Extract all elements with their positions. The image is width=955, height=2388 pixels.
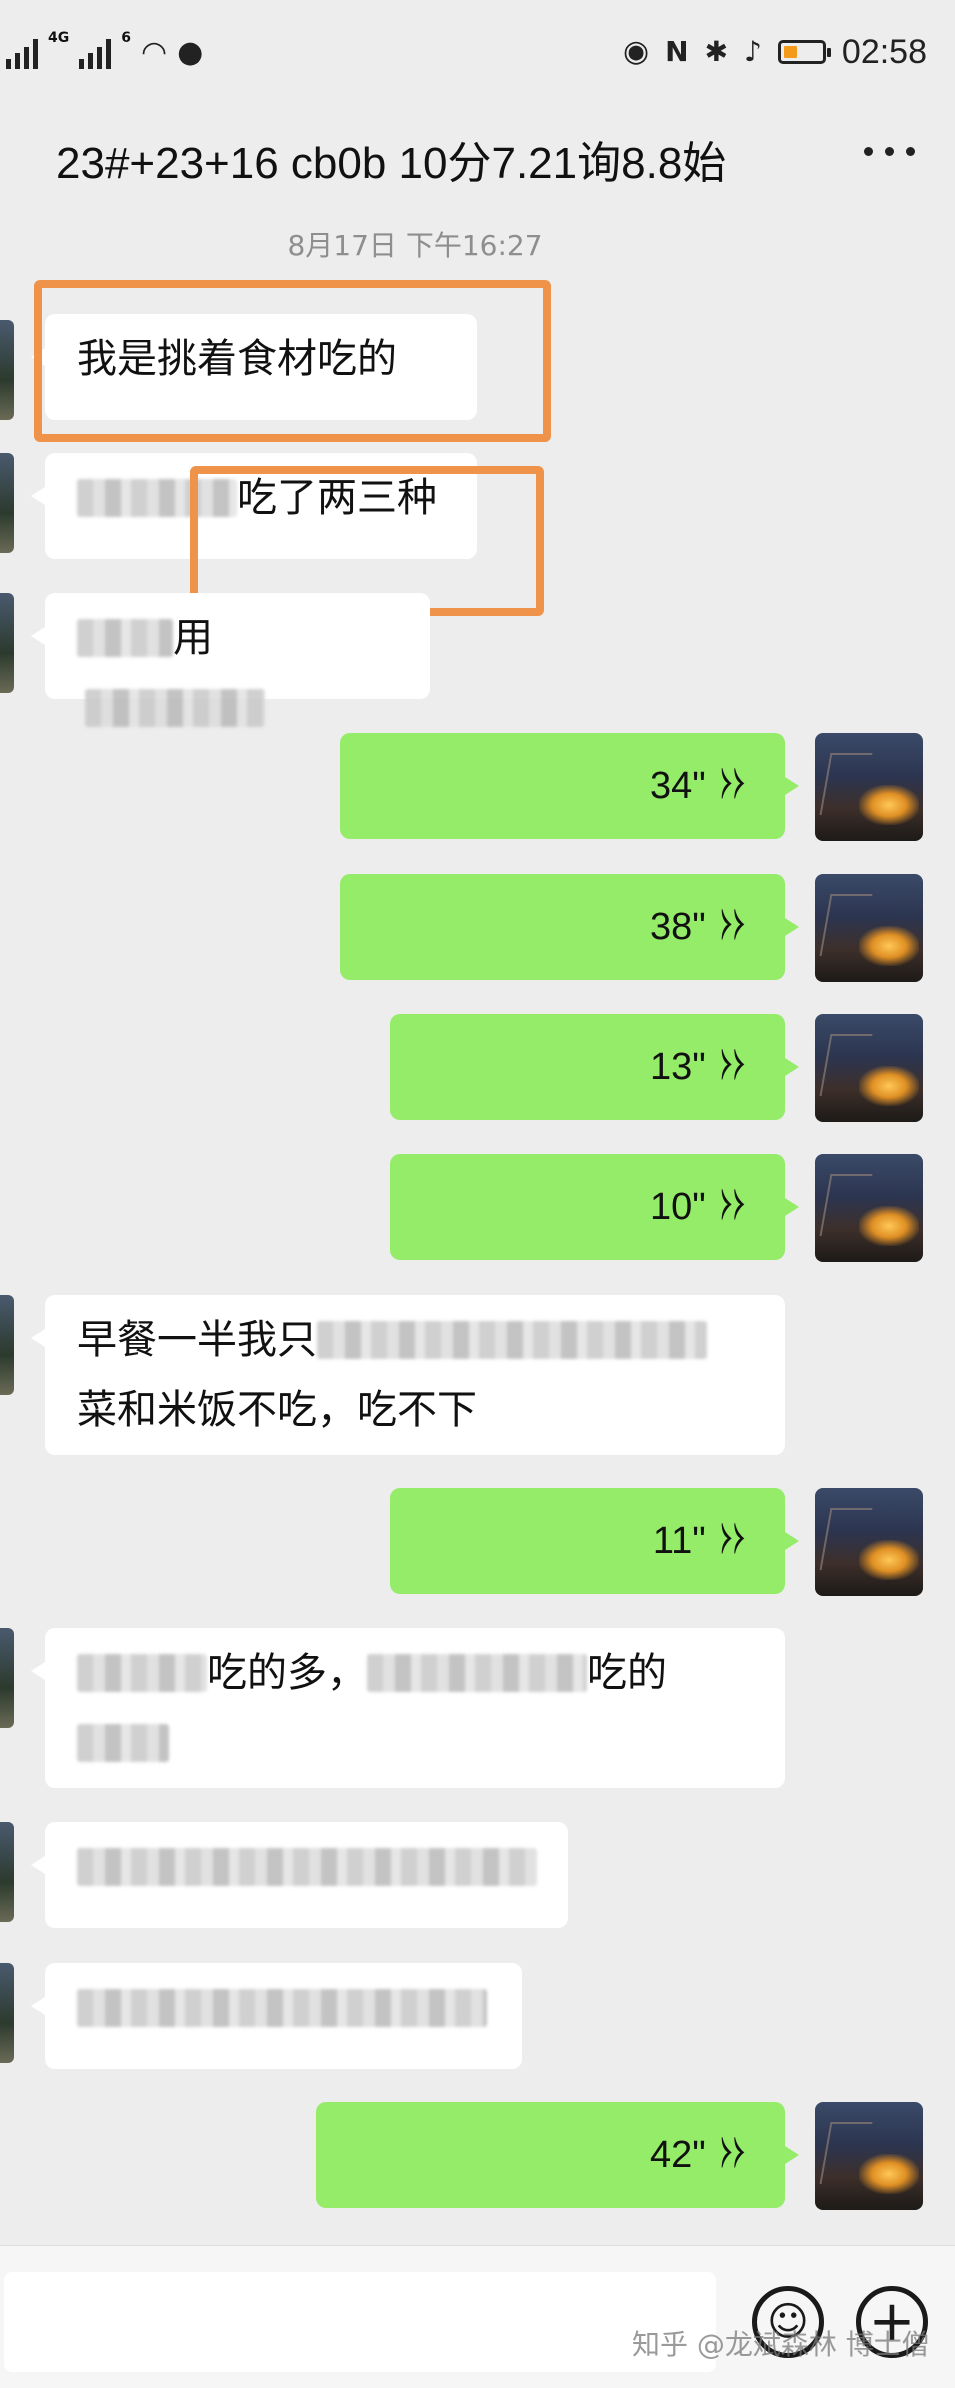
incoming-message[interactable] [31, 1822, 568, 1928]
battery-fill [783, 46, 797, 58]
wifi-icon: ◠ [140, 35, 168, 70]
bluetooth-icon: ✱ [704, 35, 729, 68]
contact-avatar[interactable] [0, 1963, 14, 2063]
watermark: 知乎 @龙斌森林 博士僧 [632, 2328, 930, 2361]
highlight-box [34, 280, 551, 442]
status-right-group: ◉ N ✱ ♪ 02:58 [623, 28, 927, 76]
incoming-message[interactable]: 吃的多， 吃的 [31, 1628, 785, 1788]
mute-icon: ♪ [744, 35, 762, 68]
input-bar: ☺ + [0, 2245, 955, 2388]
signal-icon [6, 37, 38, 69]
incoming-message[interactable] [31, 1963, 522, 2069]
redacted-text [77, 619, 173, 657]
my-avatar[interactable] [815, 1488, 923, 1596]
nfc-icon: N [665, 35, 689, 68]
more-dot [906, 147, 915, 156]
status-time: 02:58 [841, 32, 927, 71]
voice-wave-icon: ⧼⧼ [719, 2135, 745, 2176]
contact-avatar[interactable] [0, 593, 14, 693]
message-line [77, 1708, 753, 1778]
message-line: 早餐一半我只 [77, 1305, 753, 1375]
message-text: 菜和米饭不吃，吃不下 [77, 1387, 477, 1433]
redacted-text [85, 689, 265, 727]
redacted-text [77, 1989, 487, 2027]
contact-avatar[interactable] [0, 320, 14, 420]
voice-duration: 34" [650, 765, 706, 807]
network-type-label: 4G [48, 30, 70, 46]
network-type-label-2: 6 [121, 30, 131, 46]
my-avatar[interactable] [815, 1014, 923, 1122]
redacted-text [317, 1321, 707, 1359]
message-text: 早餐一半我只 [77, 1317, 317, 1363]
voice-duration: 42" [650, 2134, 706, 2176]
voice-duration: 38" [650, 906, 706, 948]
my-avatar[interactable] [815, 2102, 923, 2210]
wechat-icon: ● [177, 35, 204, 70]
voice-wave-icon: ⧼⧼ [719, 1521, 745, 1562]
message-text: 吃的 [587, 1650, 667, 1696]
voice-message[interactable]: 10" ⧼⧼ [390, 1154, 799, 1260]
more-options-button[interactable] [864, 147, 915, 156]
message-text: 用 [173, 615, 213, 661]
voice-wave-icon: ⧼⧼ [719, 907, 745, 948]
more-dots-icon [864, 147, 873, 156]
incoming-message[interactable]: 早餐一半我只 菜和米饭不吃，吃不下 [31, 1295, 785, 1455]
contact-avatar[interactable] [0, 1822, 14, 1922]
voice-duration: 13" [650, 1046, 706, 1088]
voice-duration: 10" [650, 1186, 706, 1228]
incoming-message[interactable]: 用 [31, 593, 430, 727]
more-dot [885, 147, 894, 156]
voice-wave-icon: ⧼⧼ [719, 1187, 745, 1228]
voice-message[interactable]: 11" ⧼⧼ [390, 1488, 799, 1594]
signal-icon-2 [79, 37, 112, 69]
voice-message[interactable]: 42" ⧼⧼ [316, 2102, 799, 2208]
my-avatar[interactable] [815, 1154, 923, 1262]
voice-message[interactable]: 34" ⧼⧼ [340, 733, 799, 839]
redacted-text [77, 1848, 537, 1886]
message-line: 吃的多， 吃的 [77, 1638, 753, 1708]
status-bar: 4G 6 ◠ ● ◉ N ✱ ♪ 02:58 [0, 0, 955, 105]
voice-message[interactable]: 38" ⧼⧼ [340, 874, 799, 980]
chat-title: 23#+23+16 cb0b 10分7.21询8.8始 [56, 139, 727, 188]
eye-icon: ◉ [622, 34, 650, 69]
voice-wave-icon: ⧼⧼ [719, 1047, 745, 1088]
redacted-text [77, 1724, 169, 1762]
message-timestamp: 8月17日 下午16:27 [287, 229, 543, 262]
contact-avatar[interactable] [0, 1295, 14, 1395]
voice-duration: 11" [652, 1520, 706, 1562]
message-line: 菜和米饭不吃，吃不下 [77, 1375, 753, 1445]
battery-icon [777, 40, 831, 64]
voice-message[interactable]: 13" ⧼⧼ [390, 1014, 799, 1120]
my-avatar[interactable] [815, 733, 923, 841]
voice-wave-icon: ⧼⧼ [719, 766, 745, 807]
redacted-text [367, 1654, 587, 1692]
my-avatar[interactable] [815, 874, 923, 982]
chat-header: 23#+23+16 cb0b 10分7.21询8.8始 [0, 105, 955, 215]
message-input[interactable] [4, 2272, 716, 2372]
redacted-text [77, 1654, 207, 1692]
message-text: 吃的多， [207, 1650, 367, 1696]
contact-avatar[interactable] [0, 1628, 14, 1728]
contact-avatar[interactable] [0, 453, 14, 553]
status-left-group: 4G 6 ◠ ● [6, 30, 203, 76]
